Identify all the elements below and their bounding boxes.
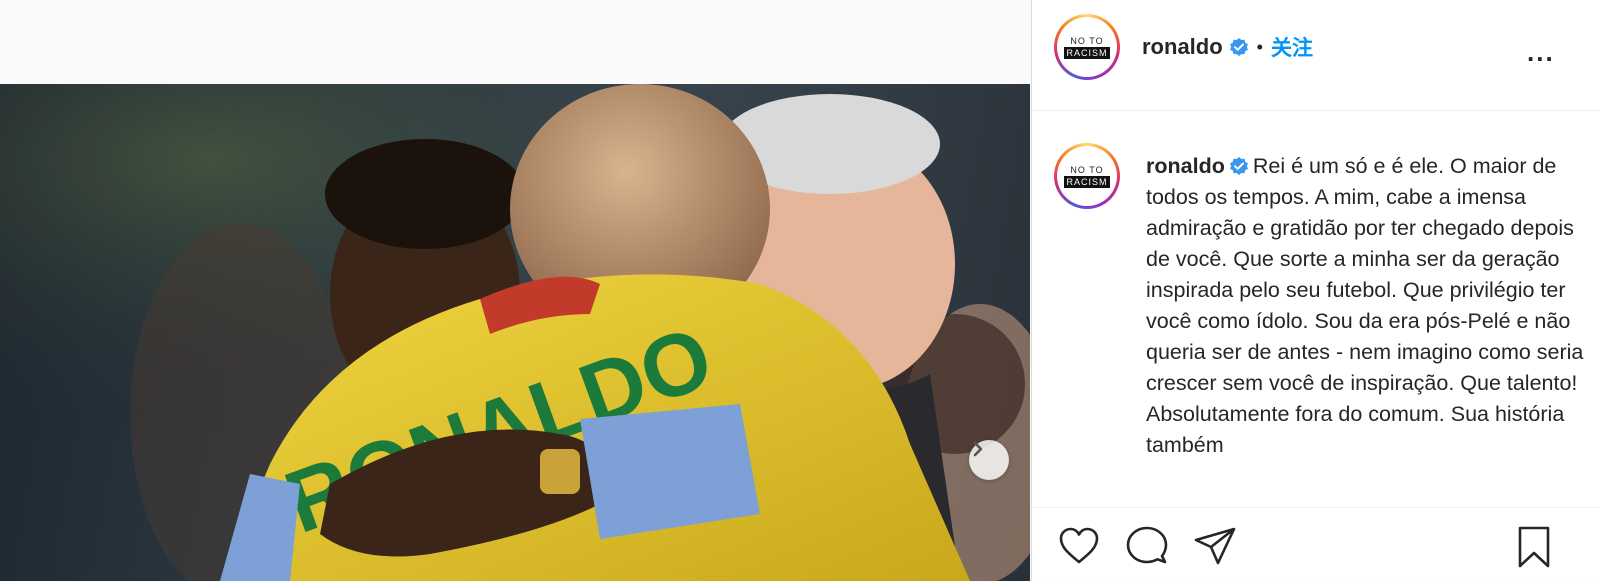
post-header: NO TO RACISM ronaldo • 关注 ... bbox=[1032, 0, 1600, 111]
photo-illustration: RONALDO bbox=[0, 84, 1030, 581]
action-bar bbox=[1032, 507, 1600, 582]
avatar[interactable]: NO TO RACISM bbox=[1054, 14, 1120, 80]
caption-avatar[interactable]: NO TO RACISM bbox=[1054, 143, 1120, 209]
separator-dot: • bbox=[1256, 36, 1263, 57]
avatar-image: NO TO RACISM bbox=[1057, 17, 1117, 77]
bookmark-icon[interactable] bbox=[1516, 526, 1552, 568]
caption-area: NO TO RACISM ronaldo Rei é um só e é ele… bbox=[1032, 111, 1600, 507]
caption-text: Rei é um só e é ele. O maior de todos os… bbox=[1146, 154, 1584, 457]
comment-icon[interactable] bbox=[1126, 526, 1168, 566]
verified-badge-icon bbox=[1229, 38, 1248, 56]
chevron-right-icon bbox=[973, 441, 983, 457]
verified-badge-icon bbox=[1229, 157, 1248, 175]
next-photo-button[interactable] bbox=[969, 440, 1009, 480]
username-link[interactable]: ronaldo bbox=[1142, 34, 1223, 60]
avatar-badge-top: NO TO bbox=[1070, 35, 1104, 46]
caption: ronaldo Rei é um só e é ele. O maior de … bbox=[1146, 151, 1586, 461]
caption-avatar-badge-bottom: RACISM bbox=[1064, 175, 1110, 188]
caption-avatar-badge-top: NO TO bbox=[1070, 164, 1104, 175]
caption-username-link[interactable]: ronaldo bbox=[1146, 154, 1225, 178]
more-options-button[interactable]: ... bbox=[1527, 37, 1555, 68]
caption-avatar-image: NO TO RACISM bbox=[1057, 146, 1117, 206]
heart-icon[interactable] bbox=[1058, 526, 1100, 566]
follow-button[interactable]: 关注 bbox=[1271, 32, 1313, 62]
post-side-panel: NO TO RACISM ronaldo • 关注 ... NO TO RACI… bbox=[1031, 0, 1600, 581]
avatar-badge-bottom: RACISM bbox=[1064, 46, 1110, 59]
header-user-row: ronaldo • 关注 bbox=[1142, 32, 1313, 62]
post-photo[interactable]: RONALDO bbox=[0, 84, 1030, 581]
paper-plane-icon[interactable] bbox=[1194, 526, 1236, 566]
